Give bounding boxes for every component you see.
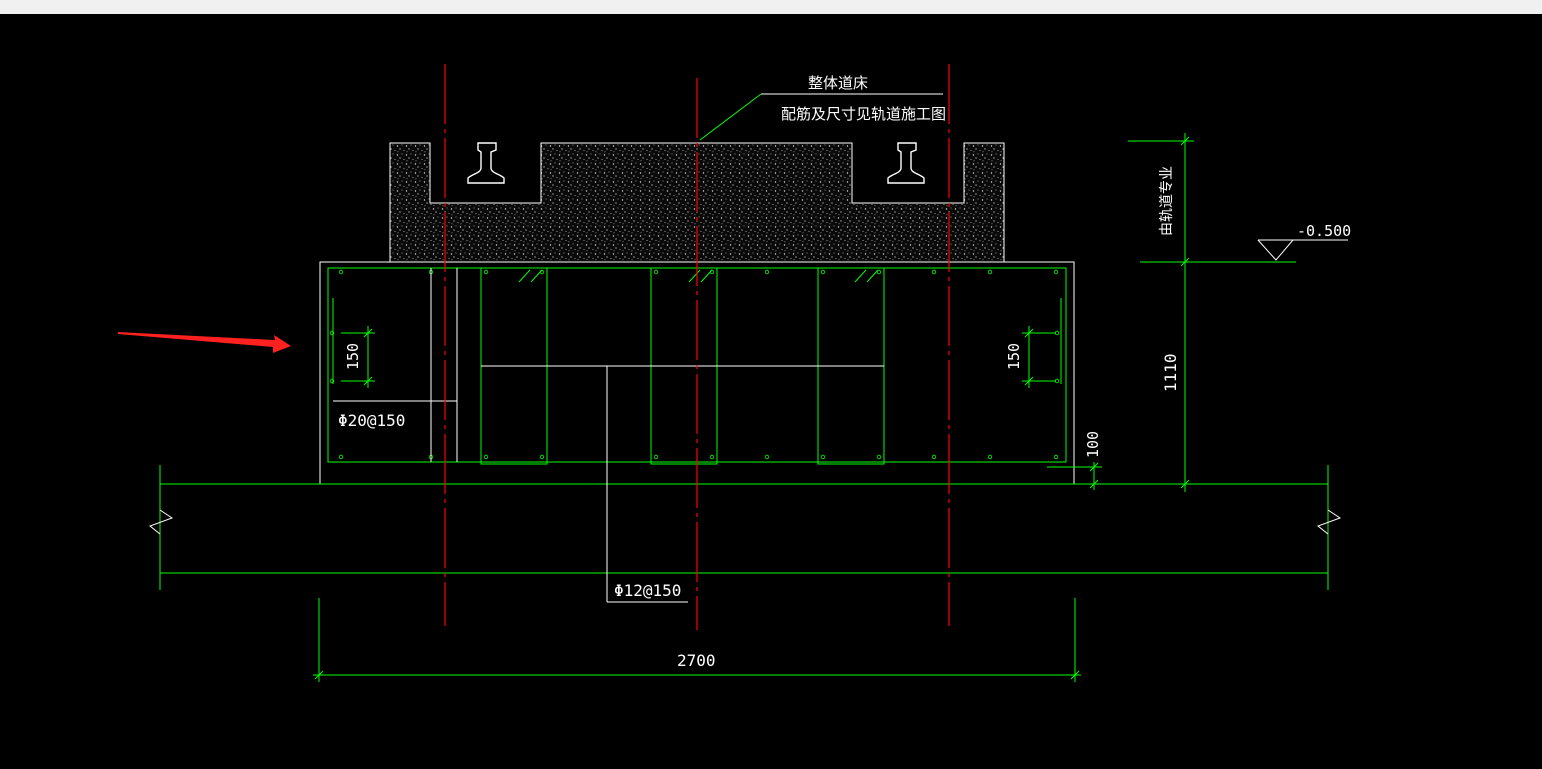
spacing-right-label: 150 <box>1005 343 1023 370</box>
vertical-scroll-strip[interactable] <box>1526 14 1542 765</box>
cad-drawing-canvas[interactable]: 整体道床 配筋及尺寸见轨道施工图 由轨道专业 -0.500 1110 100 1… <box>0 14 1526 765</box>
elevation-value-label: -0.500 <box>1297 222 1351 240</box>
drawing-svg: 整体道床 配筋及尺寸见轨道施工图 由轨道专业 -0.500 1110 100 1… <box>118 64 1351 682</box>
width-dim-label: 2700 <box>677 651 716 670</box>
elevation-note-label: 由轨道专业 <box>1159 166 1175 236</box>
elevation-marker-icon <box>1257 239 1348 261</box>
rebar-bottom-label: Φ12@150 <box>614 581 681 600</box>
cover-dim-label: 100 <box>1084 431 1102 458</box>
bed-title-label: 整体道床 <box>808 74 868 92</box>
height-dim <box>1128 133 1296 492</box>
ground-lines <box>148 465 1342 590</box>
red-arrow-icon <box>118 332 291 353</box>
bed-note-label: 配筋及尺寸见轨道施工图 <box>781 105 946 123</box>
rail-right-icon <box>887 142 925 184</box>
height-dim-label: 1110 <box>1161 353 1180 392</box>
rebar-side-label: Φ20@150 <box>338 411 405 430</box>
spacing-dim-right <box>1022 326 1056 388</box>
rail-left-icon <box>467 142 505 184</box>
spacing-left-label: 150 <box>344 343 362 370</box>
top-toolbar-strip <box>0 0 1542 14</box>
bed-leader-line <box>699 93 762 141</box>
